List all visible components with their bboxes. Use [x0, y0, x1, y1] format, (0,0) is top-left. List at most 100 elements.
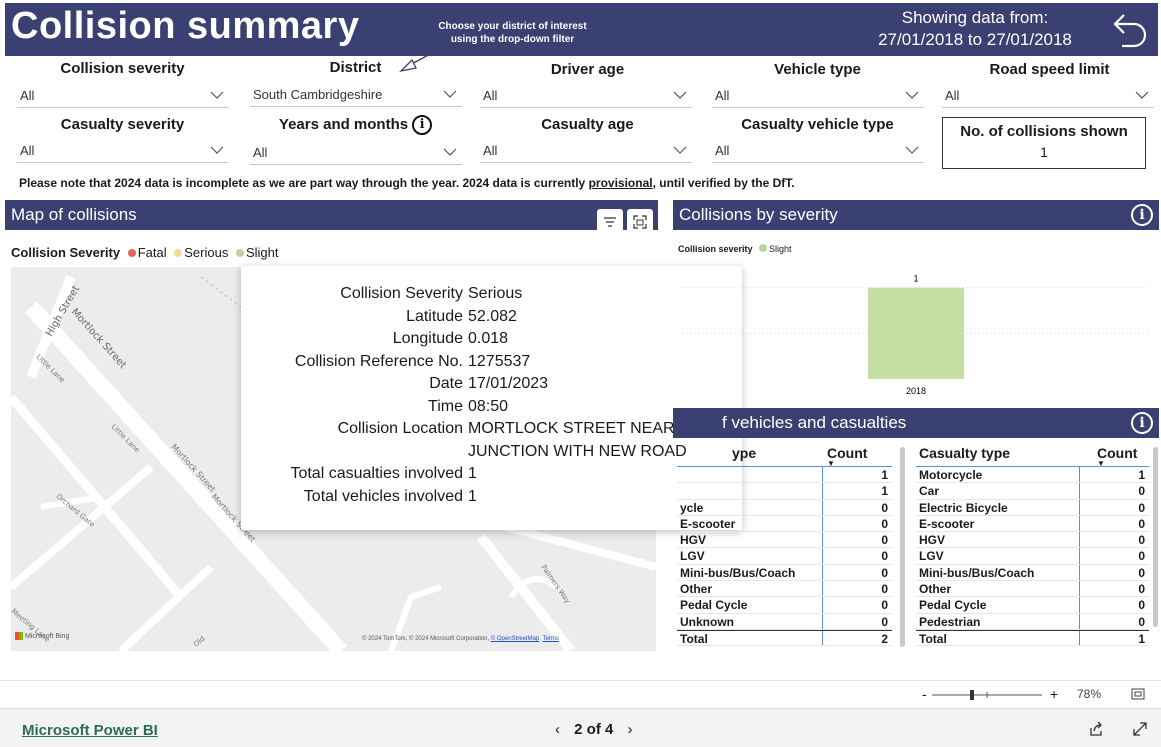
map-attribution: © 2024 TomTom, © 2024 Microsoft Corporat… [362, 636, 559, 642]
vehicle-count-column-header[interactable]: Count ▼ [822, 445, 892, 468]
district-label: District [329, 59, 382, 76]
vehicles-casualties-title: f vehicles and casualties [722, 413, 907, 432]
chevron-down-icon [905, 91, 919, 99]
total-count: 2 [822, 630, 892, 646]
terms-link[interactable]: Terms [543, 636, 559, 642]
driver-age-dropdown[interactable]: All [480, 86, 692, 108]
chevron-down-icon [210, 146, 224, 154]
district-value: South Cambridgeshire [253, 87, 383, 102]
vehicle-type-table: ype Count ▼ 1 1 ycle 0 E-scooter 0 HGV 0 LGV 0 Mini… [677, 440, 892, 647]
chevron-down-icon [443, 90, 457, 98]
row-type: Motorcycle [919, 468, 983, 482]
fullscreen-icon[interactable] [1132, 721, 1148, 737]
bing-text: Microsoft Bing [25, 632, 70, 640]
years-months-label: Years and months [278, 115, 409, 133]
table-row: E-scooter 0 [677, 515, 892, 533]
years-months-label-wrap: Years and months i [248, 115, 463, 135]
row-count: 0 [822, 548, 892, 564]
vehicle-table-scrollbar[interactable] [900, 447, 905, 647]
filter-icon[interactable] [597, 209, 623, 235]
map-panel-title: Map of collisions [11, 205, 137, 224]
collision-tooltip: Collision Severity Serious Latitude 52.082 L… [241, 266, 742, 530]
row-count: 0 [822, 597, 892, 613]
zoom-in-button[interactable]: + [1050, 686, 1058, 702]
casualty-table-scrollbar[interactable] [1153, 447, 1158, 627]
casualty-severity-dropdown[interactable]: All [17, 141, 229, 163]
row-count: 1 [822, 467, 892, 483]
bar-data-label: 1 [913, 274, 918, 284]
table-total-row: Total 2 [677, 629, 892, 647]
tooltip-key: Collision Reference No. [294, 352, 463, 370]
vehicle-type-column-header[interactable]: ype [677, 445, 822, 461]
microsoft-logo-icon [15, 632, 23, 640]
zoom-bar: - + 78% [0, 680, 1161, 708]
table-row: Motorcycle 1 [916, 467, 1149, 484]
table-row: HGV 0 [916, 532, 1149, 549]
table-total-row: Total 1 [916, 629, 1149, 647]
collision-severity-dropdown[interactable]: All [17, 86, 229, 108]
tooltip-row: Date 17/01/2023 [241, 373, 742, 396]
casualty-severity-label: Casualty severity [60, 116, 185, 133]
note-text: Please note that 2024 data is incomplete… [19, 176, 589, 190]
vehicle-type-dropdown[interactable]: All [712, 86, 924, 108]
district-dropdown[interactable]: South Cambridgeshire [250, 85, 462, 107]
severity-bar[interactable] [868, 287, 964, 379]
row-count: 0 [822, 515, 892, 532]
table-row: Pedal Cycle 0 [916, 597, 1149, 614]
previous-page-button[interactable]: ‹ [555, 721, 560, 738]
total-count: 1 [1079, 630, 1149, 646]
row-count: 0 [822, 532, 892, 548]
row-type: Mini-bus/Bus/Coach [919, 565, 1035, 580]
row-type: Electric Bicycle [919, 500, 1008, 515]
info-icon[interactable]: i [412, 115, 433, 135]
slight-dot-icon [235, 249, 244, 257]
row-type: Pedestrian [919, 614, 981, 629]
tooltip-row: Total casualties involved 1 [241, 463, 742, 486]
map-panel-header: Map of collisions [5, 200, 658, 230]
chevron-down-icon [905, 146, 919, 154]
casualty-vehicle-type-dropdown[interactable]: All [712, 141, 924, 163]
zoom-out-button[interactable]: - [922, 686, 927, 702]
info-icon[interactable]: i [1131, 204, 1153, 226]
severity-panel-title: Collisions by severity [679, 205, 838, 224]
tooltip-row: Time 08:50 [241, 396, 742, 419]
casualty-age-dropdown[interactable]: All [480, 141, 692, 163]
casualty-table-header: Casualty type Count ▼ [916, 440, 1149, 468]
years-months-dropdown[interactable]: All [250, 143, 462, 165]
severity-legend-title: Collision severity [678, 244, 753, 254]
chevron-down-icon [673, 146, 687, 154]
row-count: 0 [822, 613, 892, 629]
casualty-count-column-header[interactable]: Count ▼ [1079, 445, 1149, 468]
back-arrow-icon[interactable] [1110, 9, 1150, 49]
legend-fatal: Fatal [137, 245, 167, 260]
row-type: Other [919, 582, 952, 597]
tooltip-row: Collision Reference No. 1275537 [241, 351, 742, 374]
table-row: 1 [677, 467, 892, 484]
row-type: Car [919, 484, 940, 499]
collision-count-card: No. of collisions shown 1 [942, 117, 1146, 169]
osm-link[interactable]: © OpenStreetMap [491, 636, 539, 642]
row-type: LGV [680, 549, 705, 564]
table-row: HGV 0 [677, 532, 892, 549]
next-page-button[interactable]: › [628, 721, 633, 738]
info-icon[interactable]: i [1131, 412, 1153, 434]
fit-to-page-icon[interactable] [1131, 688, 1145, 700]
power-bi-link[interactable]: Microsoft Power BI [22, 722, 158, 739]
share-icon[interactable] [1088, 721, 1104, 737]
table-row: E-scooter 0 [916, 515, 1149, 533]
map-legend: Collision Severity Fatal Serious Slight [11, 245, 278, 260]
vehicles-casualties-header: f vehicles and casualties i [673, 408, 1159, 438]
tooltip-row: Longitude 0.018 [241, 328, 742, 351]
date-range: 27/01/2018 to 27/01/2018 [878, 30, 1072, 49]
map-legend-title: Collision Severity [11, 245, 121, 260]
row-type: Pedal Cycle [680, 598, 748, 613]
row-count: 0 [1079, 613, 1149, 629]
focus-mode-icon[interactable] [627, 209, 653, 235]
casualty-type-column-header[interactable]: Casualty type [916, 445, 1079, 461]
provisional-link[interactable]: provisional [589, 176, 653, 190]
table-row: Unknown 0 [677, 613, 892, 630]
tooltip-row: Total vehicles involved 1 [241, 486, 742, 509]
road-speed-limit-dropdown[interactable]: All [942, 86, 1154, 108]
zoom-slider[interactable] [932, 688, 1042, 702]
page-header: Collision summary Choose your district o… [5, 3, 1158, 56]
